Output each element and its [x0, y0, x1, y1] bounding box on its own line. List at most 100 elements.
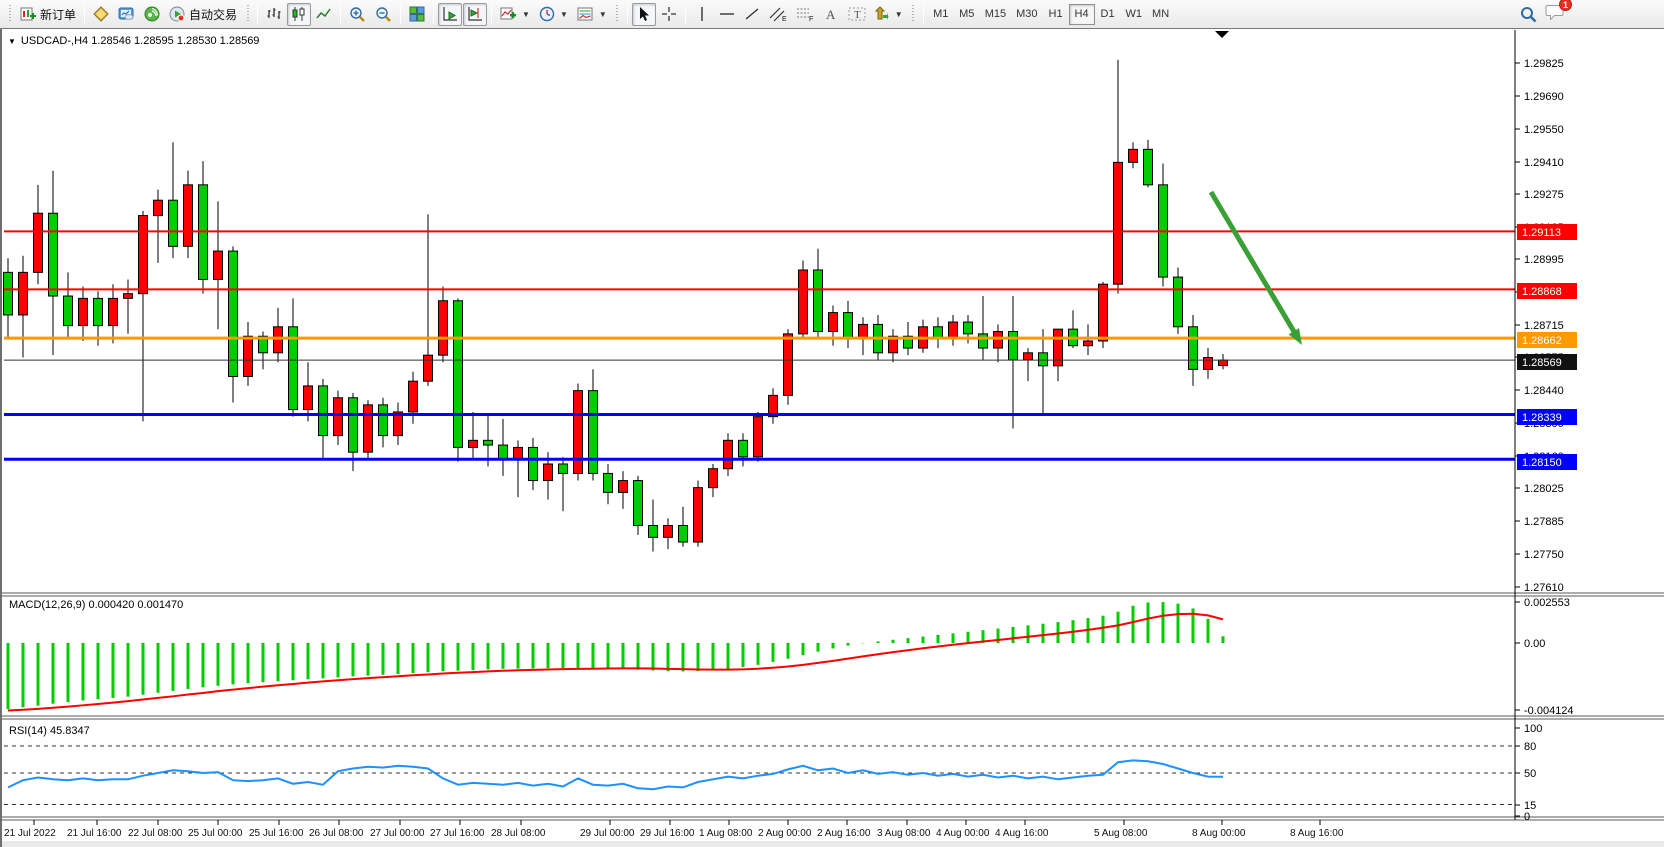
- main-toolbar: 新订单 自动交易: [0, 0, 1664, 29]
- signals-button[interactable]: [140, 3, 164, 26]
- candle-body: [649, 525, 658, 537]
- toolbar-right-group: 1: [1520, 3, 1564, 25]
- macd-axis-label: 0.00: [1524, 638, 1545, 650]
- toolbar-grip[interactable]: [245, 5, 250, 23]
- candle-body: [214, 251, 223, 279]
- time-axis-label: 1 Aug 08:00: [699, 828, 753, 839]
- trendline-button[interactable]: [740, 3, 764, 26]
- data-window-button[interactable]: [114, 3, 139, 26]
- text-label-button[interactable]: T: [844, 3, 870, 26]
- indicators-button[interactable]: ▼: [496, 3, 534, 26]
- toolbar-separator: [400, 4, 401, 24]
- text-label-icon: T: [848, 6, 866, 22]
- toolbar-grip[interactable]: [911, 5, 916, 23]
- timeframe-M15[interactable]: M15: [980, 4, 1011, 25]
- time-axis-label: 21 Jul 2022: [4, 828, 56, 839]
- fibonacci-icon: F: [796, 6, 814, 22]
- search-icon[interactable]: [1520, 6, 1537, 23]
- tile-windows-icon: [409, 6, 425, 22]
- candle-body: [724, 440, 733, 468]
- periods-button[interactable]: ▼: [535, 3, 572, 26]
- candle-body: [1219, 360, 1228, 365]
- zoom-out-button[interactable]: [371, 3, 396, 26]
- chevron-down-icon[interactable]: ▼: [8, 37, 16, 46]
- line-chart-button[interactable]: [312, 3, 336, 26]
- candle-body: [349, 398, 358, 452]
- arrows-button[interactable]: ▼: [871, 3, 907, 26]
- candle-body: [634, 481, 643, 526]
- chart-shift-button[interactable]: [463, 3, 487, 26]
- market-watch-button[interactable]: [89, 3, 113, 26]
- vertical-line-icon: [695, 6, 709, 22]
- candle-body: [964, 322, 973, 334]
- candle-body: [184, 185, 193, 247]
- candle-body: [4, 272, 13, 315]
- candle-body: [1129, 149, 1138, 162]
- candle-body: [1174, 277, 1183, 327]
- timeframe-D1[interactable]: D1: [1095, 4, 1121, 25]
- timeframe-H4[interactable]: H4: [1069, 4, 1095, 25]
- price-badge-label: 1.28150: [1522, 457, 1562, 469]
- time-axis-label: 25 Jul 00:00: [188, 828, 243, 839]
- timeframe-MN[interactable]: MN: [1147, 4, 1174, 25]
- toolbar-separator: [433, 4, 434, 24]
- candle-body: [829, 313, 838, 332]
- time-axis-label: 4 Aug 00:00: [936, 828, 990, 839]
- cursor-button[interactable]: [632, 3, 656, 26]
- timeframe-H1[interactable]: H1: [1043, 4, 1069, 25]
- timeframe-W1[interactable]: W1: [1121, 4, 1148, 25]
- rsi-axis-label: 50: [1524, 768, 1536, 780]
- fibonacci-button[interactable]: F: [792, 3, 818, 26]
- new-order-button[interactable]: 新订单: [16, 3, 80, 26]
- price-axis-label: 1.28995: [1524, 254, 1564, 266]
- dropdown-caret-icon: ▼: [895, 10, 903, 19]
- timeframe-M30[interactable]: M30: [1011, 4, 1042, 25]
- dropdown-caret-icon: ▼: [522, 10, 530, 19]
- time-axis-label: 26 Jul 08:00: [309, 828, 364, 839]
- auto-trading-button[interactable]: 自动交易: [165, 3, 241, 26]
- candle-body: [1204, 358, 1213, 370]
- price-badge-label: 1.28868: [1522, 286, 1562, 298]
- price-axis-label: 1.29410: [1524, 157, 1564, 169]
- price-badge-label: 1.29113: [1522, 227, 1561, 239]
- price-axis-label: 1.29690: [1524, 91, 1564, 103]
- timeframe-M5[interactable]: M5: [954, 4, 980, 25]
- candle-body: [79, 298, 88, 325]
- candle-body: [1144, 149, 1153, 184]
- price-axis-label: 1.27750: [1524, 549, 1564, 561]
- candle-body: [1009, 332, 1018, 360]
- line-chart-icon: [316, 6, 332, 22]
- text-button[interactable]: A: [819, 3, 843, 26]
- price-axis-label: 1.28715: [1524, 320, 1564, 332]
- vertical-line-button[interactable]: [690, 3, 714, 26]
- candlestick-chart-button[interactable]: [287, 3, 311, 26]
- arrows-tool-icon: [875, 6, 890, 22]
- candle-body: [364, 405, 373, 452]
- time-axis-label: 22 Jul 08:00: [128, 828, 183, 839]
- horizontal-line-button[interactable]: [715, 3, 739, 26]
- candle-body: [469, 440, 478, 447]
- candle-body: [439, 301, 448, 355]
- auto-scroll-button[interactable]: [438, 3, 462, 26]
- time-axis-label: 8 Aug 00:00: [1192, 828, 1246, 839]
- timeframe-M1[interactable]: M1: [928, 4, 954, 25]
- chat-button[interactable]: 1: [1545, 3, 1564, 25]
- toolbar-separator: [685, 4, 686, 24]
- candle-body: [604, 473, 613, 492]
- bar-chart-button[interactable]: [262, 3, 286, 26]
- tile-windows-button[interactable]: [405, 3, 429, 26]
- crosshair-button[interactable]: [657, 3, 681, 26]
- zoom-in-button[interactable]: [345, 3, 370, 26]
- candle-body: [484, 440, 493, 445]
- candle-body: [454, 301, 463, 448]
- candle-body: [1099, 284, 1108, 341]
- candle-body: [94, 298, 103, 325]
- candle-body: [784, 334, 793, 396]
- candle-body: [679, 525, 688, 542]
- templates-button[interactable]: ▼: [573, 3, 611, 26]
- toolbar-grip[interactable]: [7, 5, 12, 23]
- equidistant-channel-button[interactable]: E: [765, 3, 791, 26]
- toolbar-grip[interactable]: [615, 5, 620, 23]
- svg-text:T: T: [854, 9, 861, 21]
- time-axis-label: 8 Aug 16:00: [1290, 828, 1344, 839]
